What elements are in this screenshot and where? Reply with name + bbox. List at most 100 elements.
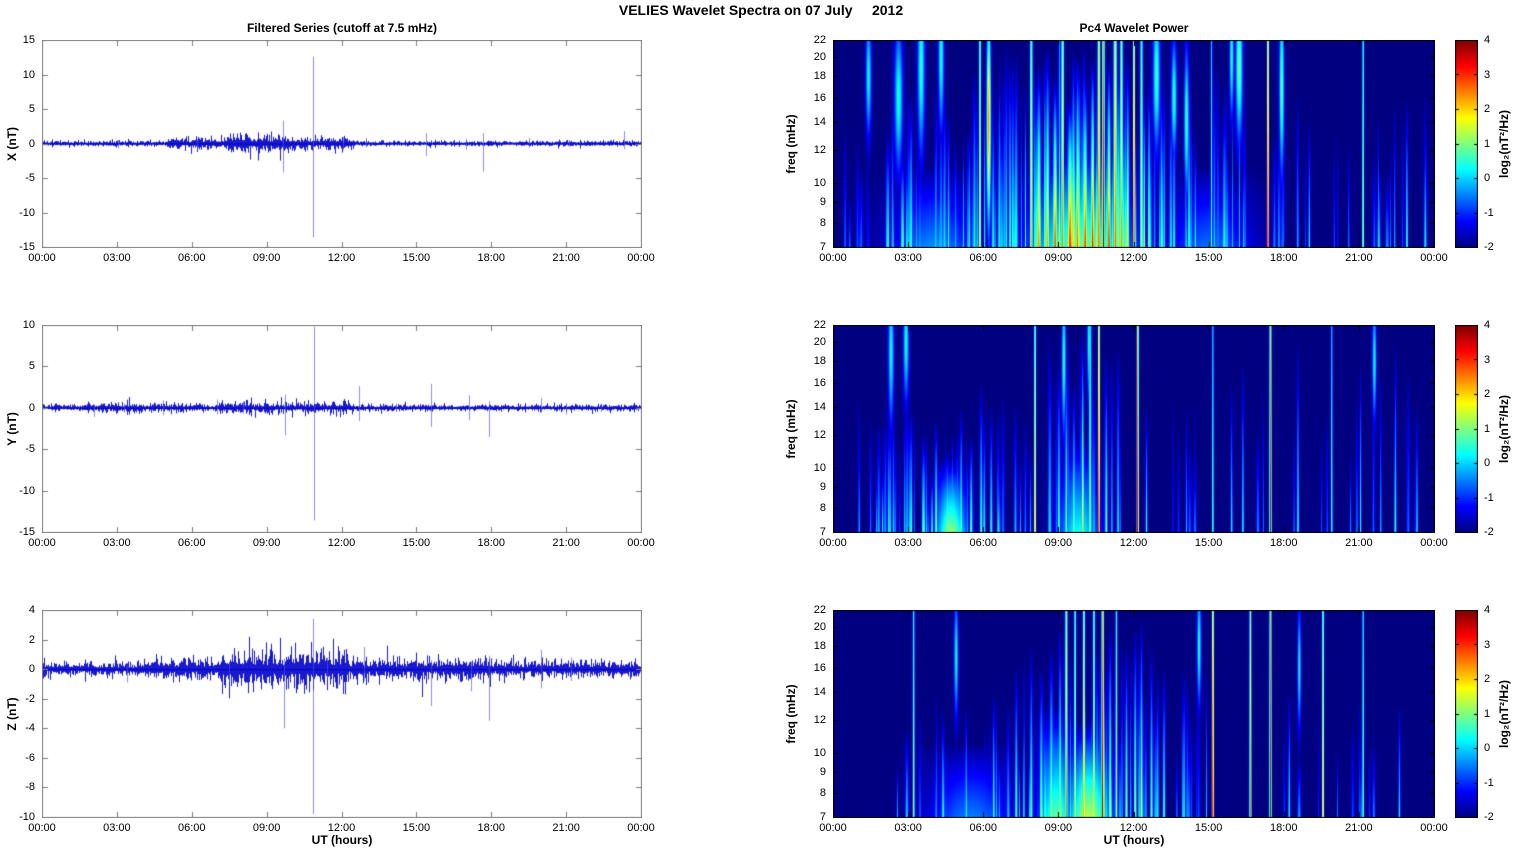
y-tick-label: 16	[813, 91, 826, 104]
y-tick-label: 0	[28, 137, 35, 150]
x-tick-label: 00:00	[627, 822, 655, 834]
y-tick-label: 5	[28, 360, 35, 373]
panel-x-wavelet-power: Pc4 Wavelet Power freq (mHz) 00:00 03:00 0…	[784, 21, 1448, 264]
colorbar-label: log₂(nT²/Hz)	[1497, 395, 1511, 463]
y-tick-label: 12	[813, 713, 826, 726]
x-wavelet-spectrogram	[833, 40, 1435, 248]
x-tick-label: 18:00	[1269, 537, 1298, 549]
x-tick-label: 06:00	[969, 537, 998, 549]
y-tick-label: 4	[28, 604, 35, 616]
x-tick-label: 06:00	[177, 252, 206, 264]
y-tick-label: 8	[819, 501, 826, 514]
x-tick-label: 09:00	[252, 822, 281, 834]
colorbar-tick-label: 3	[1484, 68, 1491, 81]
z-wavelet-spectrogram	[833, 610, 1435, 818]
y-tick-label: 12	[813, 428, 826, 441]
y-tick-label: -5	[25, 443, 35, 456]
z-series-plot	[42, 610, 642, 818]
y-tick-label: 10	[813, 461, 826, 474]
y-tick-label: -5	[25, 172, 35, 184]
colorbar-gradient	[1455, 40, 1478, 248]
y-tick-label: 7	[819, 811, 826, 823]
y-tick-label: 8	[819, 786, 826, 799]
y-tick-label: 16	[813, 661, 826, 674]
filtered-series-title: Filtered Series (cutoff at 7.5 mHz)	[246, 21, 438, 35]
x-tick-label: 18:00	[1269, 822, 1298, 834]
x-tick-label: 12:00	[1119, 537, 1148, 549]
x-tick-label: 00:00	[627, 252, 655, 264]
colorbar-tick-label: -1	[1484, 491, 1494, 504]
x-spect-ylabel: freq (mHz)	[784, 114, 798, 174]
y-tick-label: 22	[813, 604, 826, 616]
colorbar-tick-label: 2	[1484, 103, 1491, 115]
x-tick-label: 12:00	[327, 537, 356, 549]
y-tick-label: 16	[813, 376, 826, 389]
colorbar-tick-label: -1	[1484, 206, 1494, 219]
colorbar-tick-label: 4	[1484, 604, 1491, 616]
y-tick-label: -10	[19, 206, 35, 219]
y-tick-label: 2	[28, 633, 35, 646]
x-tick-label: 09:00	[1044, 252, 1073, 264]
panel-z-filtered-series: Z (nT) UT (hours) 00:00 03:00 06:00 09:00 12…	[5, 604, 655, 847]
x-tick-label: 00:00	[28, 252, 56, 264]
y-tick-label: 14	[813, 685, 826, 698]
z-spect-ylabel: freq (mHz)	[784, 684, 798, 744]
wavelet-power-title: Pc4 Wavelet Power	[1079, 21, 1189, 35]
colorbar-tick-label: 0	[1484, 172, 1491, 184]
colorbar-tick-label: 2	[1484, 673, 1491, 685]
x-tick-label: 00:00	[28, 537, 56, 549]
x-tick-label: 21:00	[552, 252, 580, 264]
x-tick-label: 18:00	[477, 822, 506, 834]
x-tick-label: 12:00	[327, 252, 356, 264]
x-tick-label: 03:00	[103, 537, 131, 549]
z-series-ylabel: Z (nT)	[5, 697, 19, 731]
colorbar-tick-label: 1	[1484, 137, 1491, 150]
colorbar-z: log₂(nT²/Hz) -2 -1 0 1 2 3 4	[1455, 604, 1511, 823]
colorbar-tick-label: 3	[1484, 353, 1491, 366]
y-tick-label: 10	[813, 746, 826, 759]
colorbar-tick-label: -2	[1484, 526, 1494, 538]
y-tick-label: 10	[22, 319, 35, 331]
colorbar-y: log₂(nT²/Hz) -2 -1 0 1 2 3 4	[1455, 319, 1511, 538]
y-tick-label: 18	[813, 640, 826, 653]
x-tick-label: 00:00	[627, 537, 655, 549]
y-tick-label: 7	[819, 241, 826, 253]
y-tick-label: -6	[25, 751, 35, 764]
y-series-plot	[42, 325, 642, 533]
y-tick-label: 18	[813, 70, 826, 83]
figure-title: VELIES Wavelet Spectra on 07 July 2012	[618, 2, 904, 18]
x-tick-label: 09:00	[1044, 537, 1073, 549]
x-tick-label: 21:00	[1345, 822, 1373, 834]
y-series-ylabel: Y (nT)	[5, 412, 19, 446]
time-axis-label-right: UT (hours)	[1103, 833, 1165, 847]
x-tick-label: 09:00	[252, 537, 281, 549]
y-tick-label: 10	[22, 68, 35, 81]
colorbar-tick-label: -2	[1484, 241, 1494, 253]
y-tick-label: 0	[28, 663, 35, 676]
y-tick-label: 8	[819, 216, 826, 229]
y-tick-label: 22	[813, 319, 826, 331]
y-tick-label: -10	[19, 484, 35, 497]
x-tick-label: 03:00	[894, 822, 922, 834]
x-tick-label: 09:00	[252, 252, 281, 264]
panel-x-filtered-series: Filtered Series (cutoff at 7.5 mHz) X (n…	[5, 21, 655, 264]
colorbar-tick-label: 3	[1484, 638, 1491, 651]
y-tick-label: 12	[813, 143, 826, 156]
panel-y-filtered-series: Y (nT) 00:00 03:00 06:00 09:00 12:00 15:00 18:…	[5, 319, 655, 549]
x-tick-label: 00:00	[819, 537, 847, 549]
colorbar-tick-label: 0	[1484, 457, 1491, 469]
time-axis-label-left: UT (hours)	[311, 833, 373, 847]
x-tick-label: 18:00	[477, 537, 506, 549]
colorbar-tick-label: -1	[1484, 776, 1494, 789]
colorbar-tick-label: 1	[1484, 707, 1491, 720]
colorbar-tick-label: 4	[1484, 319, 1491, 331]
x-tick-label: 15:00	[1194, 822, 1223, 834]
y-tick-label: 14	[813, 115, 826, 128]
y-tick-label: -10	[19, 811, 35, 823]
wavelet-spectra-figure: VELIES Wavelet Spectra on 07 July 2012 F…	[0, 0, 1522, 851]
y-tick-label: -15	[19, 526, 35, 538]
y-spect-ylabel: freq (mHz)	[784, 399, 798, 459]
colorbar-x: log₂(nT²/Hz) -2 -1 0 1 2 3 4	[1455, 34, 1511, 253]
y-tick-label: 20	[813, 51, 826, 64]
y-tick-label: 18	[813, 355, 826, 368]
